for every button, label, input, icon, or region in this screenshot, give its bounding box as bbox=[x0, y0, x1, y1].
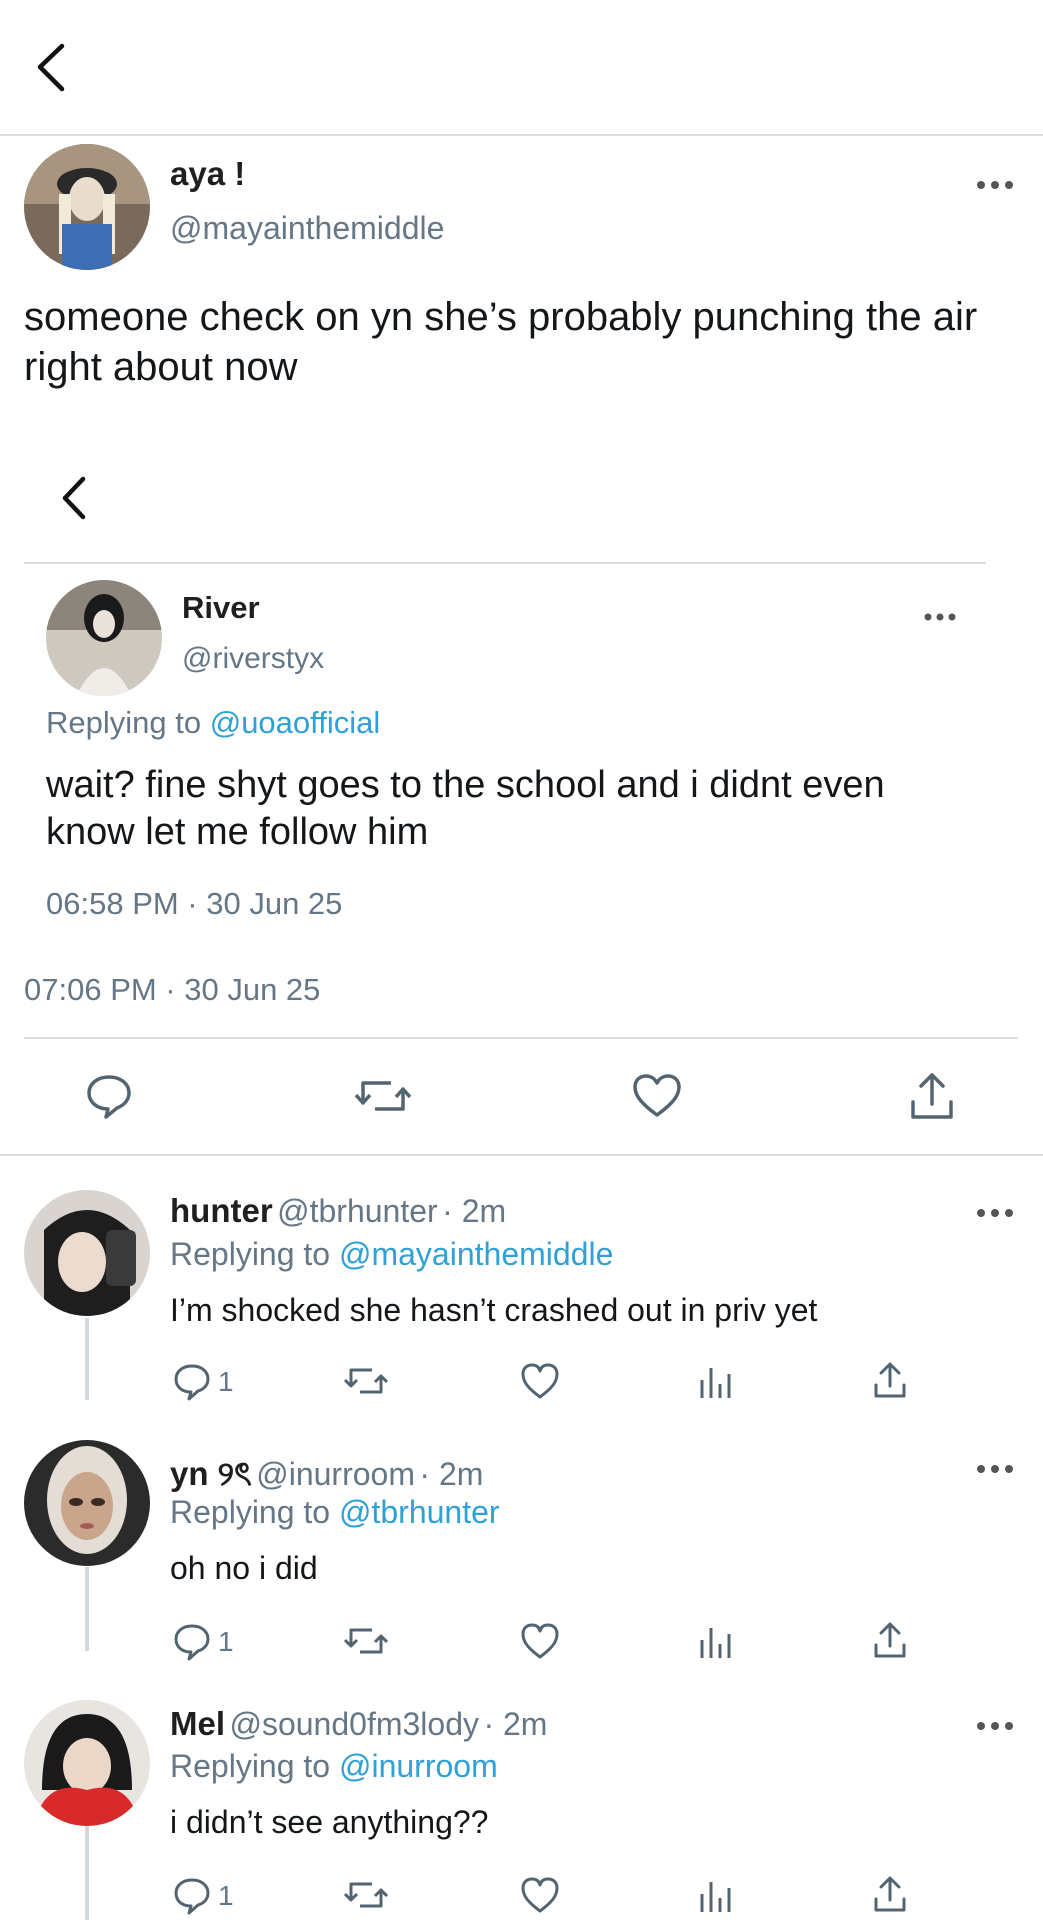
reply-icon[interactable] bbox=[84, 1072, 134, 1120]
author-handle: @riverstyx bbox=[182, 642, 325, 675]
author-name[interactable]: Mel bbox=[170, 1705, 225, 1742]
share-icon[interactable] bbox=[908, 1070, 956, 1122]
thread-line bbox=[85, 1318, 89, 1400]
like-icon[interactable] bbox=[520, 1362, 560, 1400]
replying-to-label: Replying to bbox=[170, 1236, 339, 1272]
share-icon[interactable] bbox=[872, 1360, 908, 1400]
post-time: · 2m bbox=[483, 1706, 548, 1742]
avatar[interactable] bbox=[24, 1190, 150, 1316]
replying-to-link[interactable]: @inurroom bbox=[339, 1748, 498, 1784]
replying-to-line: Replying to @mayainthemiddle bbox=[170, 1236, 613, 1273]
replying-to-link[interactable]: @tbrhunter bbox=[339, 1494, 500, 1530]
reply-icon[interactable] bbox=[172, 1622, 212, 1662]
replying-to-link[interactable]: @mayainthemiddle bbox=[339, 1236, 613, 1272]
author-handle[interactable]: @sound0fm3lody bbox=[229, 1706, 479, 1742]
more-icon[interactable] bbox=[975, 178, 1015, 192]
avatar[interactable] bbox=[24, 144, 150, 270]
author-name[interactable]: aya ! bbox=[170, 155, 245, 193]
like-icon[interactable] bbox=[632, 1073, 682, 1119]
retweet-icon[interactable] bbox=[344, 1362, 388, 1400]
replying-to-label: Replying to bbox=[46, 705, 210, 740]
avatar[interactable] bbox=[24, 1700, 150, 1826]
more-icon[interactable] bbox=[975, 1462, 1015, 1476]
timestamp-divider bbox=[24, 1037, 1018, 1039]
reply-text: I’m shocked she hasn’t crashed out in pr… bbox=[170, 1292, 818, 1328]
reply-icon[interactable] bbox=[172, 1876, 212, 1916]
replying-to-line: Replying to @uoaofficial bbox=[46, 705, 380, 741]
tweet-timestamp: 06:58 PM · 30 Jun 25 bbox=[46, 886, 343, 921]
reply-text: i didn’t see anything?? bbox=[170, 1804, 489, 1840]
author-name: River bbox=[182, 590, 260, 625]
reply-text: oh no i did bbox=[170, 1550, 318, 1586]
replying-to-label: Replying to bbox=[170, 1494, 339, 1530]
header-divider bbox=[0, 134, 1043, 136]
like-icon[interactable] bbox=[520, 1622, 560, 1660]
replying-to-line: Replying to @tbrhunter bbox=[170, 1494, 500, 1531]
avatar bbox=[46, 580, 162, 696]
views-icon[interactable] bbox=[698, 1624, 732, 1660]
reply-count: 1 bbox=[218, 1880, 234, 1911]
share-icon[interactable] bbox=[872, 1874, 908, 1914]
avatar[interactable] bbox=[24, 1440, 150, 1566]
more-icon bbox=[920, 610, 960, 624]
reply-icon[interactable] bbox=[172, 1362, 212, 1402]
post-time: · 2m bbox=[419, 1456, 484, 1492]
views-icon[interactable] bbox=[698, 1364, 732, 1400]
post-time: · 2m bbox=[442, 1193, 507, 1229]
replying-to-label: Replying to bbox=[170, 1748, 339, 1784]
author-name[interactable]: hunter bbox=[170, 1192, 273, 1229]
author-handle[interactable]: @tbrhunter bbox=[277, 1193, 438, 1229]
embedded-divider bbox=[24, 562, 986, 564]
tweet-timestamp[interactable]: 07:06 PM · 30 Jun 25 bbox=[24, 972, 320, 1008]
reply-header: hunter @tbrhunter · 2m bbox=[170, 1192, 506, 1230]
views-icon[interactable] bbox=[698, 1878, 732, 1914]
replying-to-link: @uoaofficial bbox=[209, 705, 381, 740]
thread-line bbox=[85, 1826, 89, 1920]
tweet-text: someone check on yn she’s probably punch… bbox=[24, 295, 978, 389]
thread-line bbox=[85, 1567, 89, 1651]
author-handle[interactable]: @mayainthemiddle bbox=[170, 210, 444, 247]
replying-to-line: Replying to @inurroom bbox=[170, 1748, 498, 1785]
back-icon bbox=[56, 474, 90, 522]
more-icon[interactable] bbox=[975, 1206, 1015, 1220]
retweet-icon[interactable] bbox=[344, 1876, 388, 1914]
retweet-icon[interactable] bbox=[344, 1622, 388, 1660]
author-handle[interactable]: @inurroom bbox=[256, 1456, 415, 1492]
tweet-text: wait? fine shyt goes to the school and i… bbox=[46, 764, 885, 853]
actions-divider bbox=[0, 1154, 1043, 1156]
reply-count: 1 bbox=[218, 1366, 234, 1397]
author-name[interactable]: yn ୨ৎ bbox=[170, 1455, 252, 1492]
share-icon[interactable] bbox=[872, 1620, 908, 1660]
reply-header: Mel @sound0fm3lody · 2m bbox=[170, 1705, 547, 1743]
reply-count: 1 bbox=[218, 1626, 234, 1657]
retweet-icon[interactable] bbox=[355, 1073, 411, 1119]
like-icon[interactable] bbox=[520, 1876, 560, 1914]
more-icon[interactable] bbox=[975, 1719, 1015, 1733]
back-icon[interactable] bbox=[30, 40, 70, 95]
